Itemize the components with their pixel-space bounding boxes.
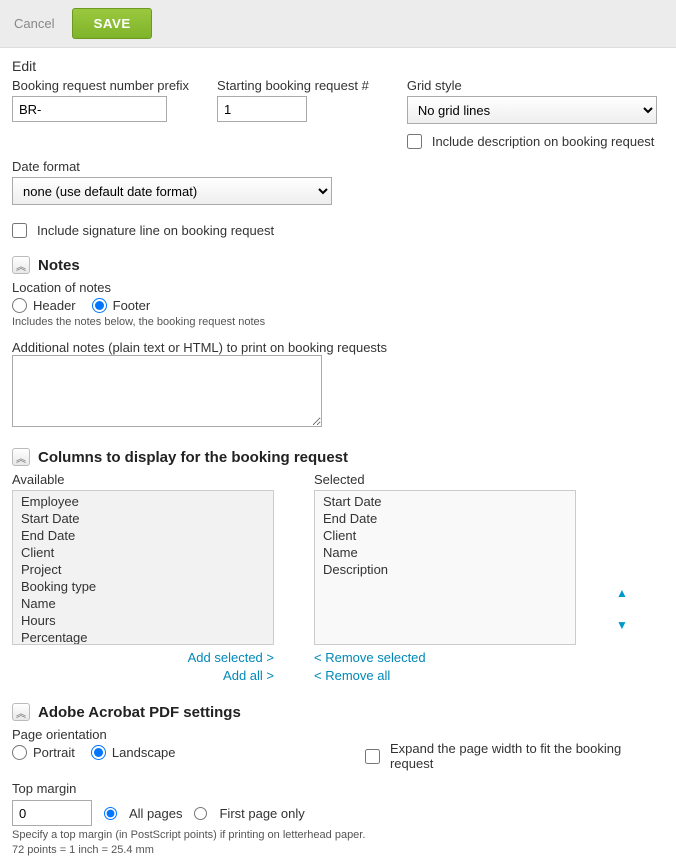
topmargin-help2: 72 points = 1 inch = 25.4 mm [12, 844, 664, 856]
header-radio[interactable] [12, 298, 27, 313]
columns-heading: Columns to display for the booking reque… [38, 449, 348, 466]
selected-label: Selected [314, 472, 576, 487]
include-desc-label: Include description on booking request [432, 134, 655, 149]
orientation-label: Page orientation [12, 727, 337, 742]
cancel-button[interactable]: Cancel [14, 16, 54, 31]
include-sig-label: Include signature line on booking reques… [37, 223, 274, 238]
list-item[interactable]: End Date [13, 527, 273, 544]
remove-all-link[interactable]: < Remove all [314, 667, 576, 685]
portrait-label: Portrait [33, 745, 75, 760]
move-up-icon[interactable]: ▲ [616, 586, 628, 600]
list-item[interactable]: Project [13, 561, 273, 578]
list-item[interactable]: Start Date [315, 493, 575, 510]
list-item[interactable]: Description [315, 561, 575, 578]
selected-listbox[interactable]: Start DateEnd DateClientNameDescription [314, 490, 576, 645]
landscape-label: Landscape [112, 745, 176, 760]
edit-heading: Edit [12, 58, 664, 74]
list-item[interactable]: Percentage [13, 629, 273, 645]
footer-radio[interactable] [92, 298, 107, 313]
list-item[interactable]: Booking type [13, 578, 273, 595]
gridstyle-label: Grid style [407, 78, 664, 93]
available-label: Available [12, 472, 274, 487]
include-desc-checkbox[interactable] [407, 134, 422, 149]
expand-width-checkbox[interactable] [365, 749, 380, 764]
prefix-input[interactable] [12, 96, 167, 122]
landscape-radio[interactable] [91, 745, 106, 760]
header-radio-label: Header [33, 298, 76, 313]
move-down-icon[interactable]: ▼ [616, 618, 628, 632]
list-item[interactable]: Hours [13, 612, 273, 629]
list-item[interactable]: Client [315, 527, 575, 544]
startnum-label: Starting booking request # [217, 78, 369, 93]
allpages-label: All pages [129, 806, 182, 821]
dateformat-label: Date format [12, 159, 332, 174]
firstpage-radio[interactable] [194, 807, 207, 820]
add-selected-link[interactable]: Add selected > [12, 649, 274, 667]
additional-notes-label: Additional notes (plain text or HTML) to… [12, 340, 664, 355]
topmargin-input[interactable] [12, 800, 92, 826]
list-item[interactable]: Employee [13, 493, 273, 510]
save-button[interactable]: SAVE [72, 8, 151, 39]
remove-selected-link[interactable]: < Remove selected [314, 649, 576, 667]
add-all-link[interactable]: Add all > [12, 667, 274, 685]
footer-radio-label: Footer [113, 298, 151, 313]
additional-notes-textarea[interactable] [12, 355, 322, 427]
allpages-radio[interactable] [104, 807, 117, 820]
available-listbox[interactable]: EmployeeStart DateEnd DateClientProjectB… [12, 490, 274, 645]
list-item[interactable]: Name [315, 544, 575, 561]
notes-help: Includes the notes below, the booking re… [12, 316, 664, 328]
list-item[interactable]: Client [13, 544, 273, 561]
gridstyle-select[interactable]: No grid lines [407, 96, 657, 124]
firstpage-label: First page only [219, 806, 304, 821]
expand-width-label: Expand the page width to fit the booking… [390, 741, 664, 771]
collapse-icon[interactable]: ︽ [12, 256, 30, 274]
list-item[interactable]: End Date [315, 510, 575, 527]
list-item[interactable]: Name [13, 595, 273, 612]
list-item[interactable]: Start Date [13, 510, 273, 527]
notes-heading: Notes [38, 257, 80, 274]
topmargin-label: Top margin [12, 781, 664, 796]
collapse-icon[interactable]: ︽ [12, 448, 30, 466]
collapse-icon[interactable]: ︽ [12, 703, 30, 721]
prefix-label: Booking request number prefix [12, 78, 189, 93]
pdf-heading: Adobe Acrobat PDF settings [38, 704, 241, 721]
topmargin-help1: Specify a top margin (in PostScript poin… [12, 829, 664, 841]
toolbar: Cancel SAVE [0, 0, 676, 48]
portrait-radio[interactable] [12, 745, 27, 760]
include-sig-checkbox[interactable] [12, 223, 27, 238]
location-label: Location of notes [12, 280, 664, 295]
dateformat-select[interactable]: none (use default date format) [12, 177, 332, 205]
startnum-input[interactable] [217, 96, 307, 122]
